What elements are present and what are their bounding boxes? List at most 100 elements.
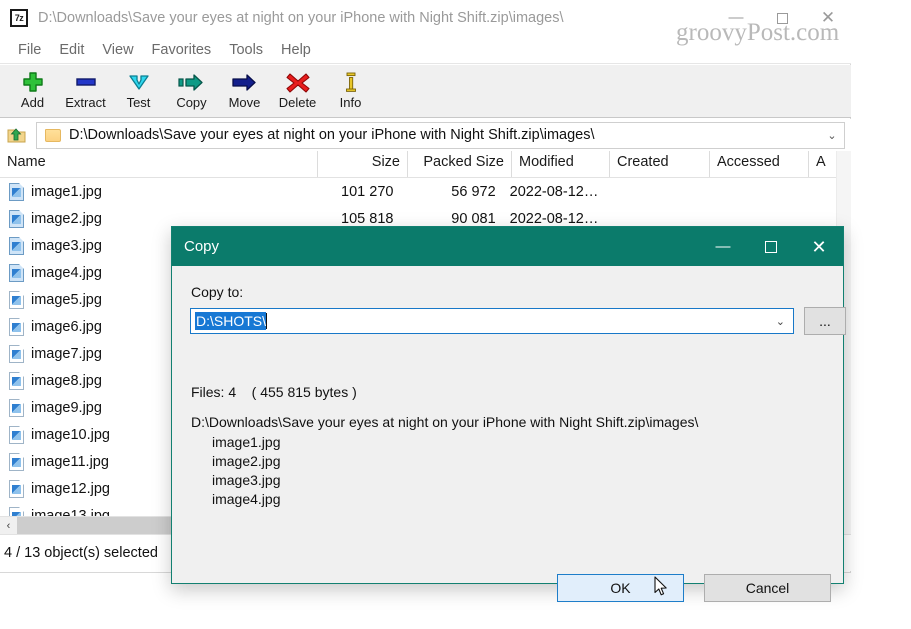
file-name-label: image9.jpg xyxy=(31,399,102,416)
file-name-label: image4.jpg xyxy=(31,264,102,281)
watermark-groovypost: groovyPost.com xyxy=(676,19,840,46)
cancel-button[interactable]: Cancel xyxy=(704,574,831,602)
up-folder-icon xyxy=(7,128,26,143)
dialog-minimize-button[interactable]: — xyxy=(699,227,747,266)
toolbar-button-move[interactable]: Move xyxy=(218,65,271,116)
address-combobox[interactable]: D:\Downloads\Save your eyes at night on … xyxy=(36,121,845,149)
dialog-window-controls: — ✕ xyxy=(699,227,843,266)
cell-modified: 2022-08-12… xyxy=(509,183,599,200)
cell-modified: 2022-08-12… xyxy=(509,210,599,227)
toolbar-button-add[interactable]: Add xyxy=(6,65,59,116)
cell-packed: 56 972 xyxy=(451,183,496,200)
jpg-file-icon xyxy=(9,371,24,390)
toolbar-button-test[interactable]: Test xyxy=(112,65,165,116)
folder-icon xyxy=(45,128,61,142)
column-header-row: Name Size Packed Size Modified Created Access… xyxy=(0,151,851,178)
dialog-file-item: image2.jpg xyxy=(212,453,281,469)
dialog-file-item: image3.jpg xyxy=(212,472,281,488)
dialog-file-list: image1.jpg image2.jpg image3.jpg image4.jpg xyxy=(191,433,281,509)
info-icon xyxy=(337,70,365,94)
chevron-down-icon[interactable]: ⌄ xyxy=(820,129,844,142)
menu-item-edit[interactable]: Edit xyxy=(50,40,93,60)
dialog-body: Copy to: D:\SHOTS\ ⌄ ... Files: 4 ( 455 … xyxy=(172,266,846,602)
table-row[interactable]: image1.jpg 101 270 56 972 2022-08-12… xyxy=(0,178,836,205)
toolbar-button-label: Copy xyxy=(176,95,207,110)
cell-name: image2.jpg xyxy=(0,209,312,228)
toolbar-button-delete[interactable]: Delete xyxy=(271,65,324,116)
toolbar-button-label: Extract xyxy=(65,95,106,110)
toolbar-button-label: Info xyxy=(339,95,362,110)
menu-item-help[interactable]: Help xyxy=(272,40,320,60)
delete-x-icon xyxy=(284,70,312,94)
window-title: D:\Downloads\Save your eyes at night on … xyxy=(38,10,564,26)
toolbar-button-extract[interactable]: Extract xyxy=(59,65,112,116)
column-header-modified[interactable]: Modified xyxy=(512,151,610,177)
jpg-file-icon xyxy=(9,398,24,417)
jpg-file-icon xyxy=(9,425,24,444)
copy-to-label: Copy to: xyxy=(191,284,244,300)
column-header-accessed[interactable]: Accessed xyxy=(710,151,809,177)
file-name-label: image2.jpg xyxy=(31,210,102,227)
file-name-label: image10.jpg xyxy=(31,426,110,443)
jpg-file-icon xyxy=(9,236,24,255)
files-summary-text: Files: 4 ( 455 815 bytes ) xyxy=(191,384,357,400)
dialog-file-item: image1.jpg xyxy=(212,434,281,450)
jpg-file-icon xyxy=(9,452,24,471)
extract-icon xyxy=(72,70,100,94)
file-name-label: image6.jpg xyxy=(31,318,102,335)
jpg-file-icon xyxy=(9,290,24,309)
jpg-file-icon xyxy=(9,209,24,228)
jpg-file-icon xyxy=(9,479,24,498)
column-header-name[interactable]: Name xyxy=(0,151,318,177)
toolbar-button-label: Move xyxy=(228,95,261,110)
toolbar-button-label: Add xyxy=(20,95,45,110)
jpg-file-icon xyxy=(9,344,24,363)
jpg-file-icon xyxy=(9,506,24,516)
move-arrow-icon xyxy=(231,70,259,94)
menu-item-view[interactable]: View xyxy=(93,40,142,60)
cell-name: image1.jpg xyxy=(0,182,312,201)
chevron-down-icon xyxy=(125,70,153,94)
cell-size: 105 818 xyxy=(341,210,394,227)
browse-button[interactable]: ... xyxy=(804,307,846,335)
copy-arrow-icon xyxy=(177,70,206,94)
address-bar: D:\Downloads\Save your eyes at night on … xyxy=(0,119,851,151)
source-path-text: D:\Downloads\Save your eyes at night on … xyxy=(191,414,699,430)
destination-path-value[interactable]: D:\SHOTS\ xyxy=(195,312,267,330)
plus-icon xyxy=(19,70,47,94)
chevron-down-icon[interactable]: ⌄ xyxy=(776,315,785,328)
file-name-label: image12.jpg xyxy=(31,480,110,497)
cell-size: 101 270 xyxy=(341,183,394,200)
toolbar-button-label: Delete xyxy=(278,95,317,110)
file-name-label: image1.jpg xyxy=(31,183,102,200)
status-selection-text: 4 / 13 object(s) selected xyxy=(4,545,158,561)
menu-item-favorites[interactable]: Favorites xyxy=(143,40,221,60)
column-header-created[interactable]: Created xyxy=(610,151,710,177)
toolbar-button-info[interactable]: Info xyxy=(324,65,377,116)
jpg-file-icon xyxy=(9,263,24,282)
maximize-icon xyxy=(765,240,777,253)
dialog-title-bar: Copy — ✕ xyxy=(172,227,843,266)
file-name-label: image11.jpg xyxy=(31,453,109,470)
ok-button[interactable]: OK xyxy=(557,574,684,602)
dialog-title: Copy xyxy=(184,238,220,255)
file-name-label: image5.jpg xyxy=(31,291,102,308)
dialog-maximize-button[interactable] xyxy=(747,227,795,266)
toolbar-button-copy[interactable]: Copy xyxy=(165,65,218,116)
menu-item-file[interactable]: File xyxy=(9,40,50,60)
destination-path-combobox[interactable]: D:\SHOTS\ ⌄ xyxy=(190,308,794,334)
column-header-size[interactable]: Size xyxy=(318,151,408,177)
dialog-close-button[interactable]: ✕ xyxy=(795,227,843,266)
app-icon-7zip: 7z xyxy=(10,9,28,27)
toolbar-button-label: Test xyxy=(126,95,151,110)
jpg-file-icon xyxy=(9,182,24,201)
address-path-text: D:\Downloads\Save your eyes at night on … xyxy=(69,127,595,143)
scroll-left-icon[interactable]: ‹ xyxy=(0,517,17,534)
column-header-packed[interactable]: Packed Size xyxy=(408,151,512,177)
copy-dialog: Copy — ✕ Copy to: D:\SHOTS\ ⌄ ... Files:… xyxy=(171,226,846,602)
dialog-file-item: image4.jpg xyxy=(212,491,281,507)
file-name-label: image7.jpg xyxy=(31,345,102,362)
up-one-level-button[interactable] xyxy=(2,120,32,150)
menu-item-tools[interactable]: Tools xyxy=(220,40,272,60)
file-name-label: image3.jpg xyxy=(31,237,102,254)
